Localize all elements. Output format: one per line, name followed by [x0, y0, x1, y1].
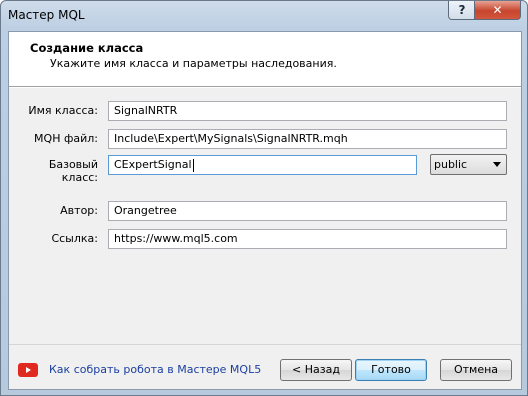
author-label: Автор: — [60, 204, 98, 217]
base-class-input[interactable]: CExpertSignal — [108, 155, 417, 175]
close-button[interactable]: ✕ — [474, 1, 521, 20]
title-bar[interactable]: Мастер MQL ? ✕ — [1, 1, 527, 31]
mqh-file-label: MQH файл: — [34, 132, 98, 145]
link-input[interactable]: https://www.mql5.com — [108, 229, 507, 249]
page-title: Создание класса — [30, 41, 144, 55]
footer-divider — [9, 344, 521, 345]
mqh-file-input[interactable]: Include\Expert\MySignals\SignalNRTR.mqh — [108, 129, 507, 149]
cancel-button[interactable]: Отмена — [440, 359, 512, 381]
window-title: Мастер MQL — [8, 8, 85, 22]
finish-button[interactable]: Готово — [355, 359, 427, 381]
author-input[interactable]: Orangetree — [108, 201, 507, 221]
class-name-label: Имя класса: — [28, 104, 98, 117]
chevron-down-icon — [493, 162, 501, 167]
link-label: Ссылка: — [51, 232, 98, 245]
access-select-value: public — [434, 158, 468, 171]
mql-wizard-window: Мастер MQL ? ✕ Создание класса Укажите и… — [0, 0, 528, 396]
youtube-icon[interactable] — [18, 363, 38, 377]
back-button[interactable]: < Назад — [280, 359, 352, 381]
header-divider — [9, 87, 521, 88]
class-name-input[interactable]: SignalNRTR — [108, 101, 507, 121]
wizard-header: Создание класса Укажите имя класса и пар… — [9, 32, 521, 87]
access-select[interactable]: public — [430, 154, 507, 175]
help-button[interactable]: ? — [448, 1, 476, 20]
text-caret — [192, 158, 194, 172]
base-class-label: Базовый класс: — [48, 158, 98, 184]
video-tutorial-link[interactable]: Как собрать робота в Мастере MQL5 — [49, 363, 261, 376]
base-class-value: CExpertSignal — [114, 158, 192, 171]
dialog-client-area: Создание класса Укажите имя класса и пар… — [8, 31, 522, 390]
page-subtitle: Укажите имя класса и параметры наследова… — [50, 57, 337, 70]
